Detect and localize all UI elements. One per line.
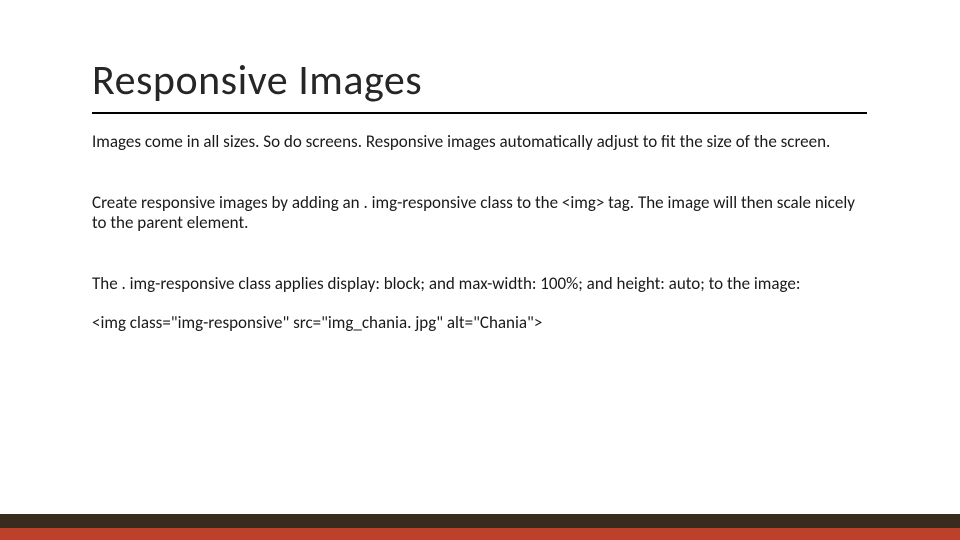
title-divider bbox=[92, 112, 867, 114]
slide-content: Responsive Images Images come in all siz… bbox=[0, 0, 960, 334]
footer-stripe-red bbox=[0, 528, 960, 540]
paragraph-3: The . img-responsive class applies displ… bbox=[92, 274, 868, 295]
footer-decoration bbox=[0, 514, 960, 540]
slide-title: Responsive Images bbox=[92, 55, 868, 106]
paragraph-2: Create responsive images by adding an . … bbox=[92, 193, 868, 234]
paragraph-4: <img class="img-responsive" src="img_cha… bbox=[92, 313, 868, 334]
paragraph-1: Images come in all sizes. So do screens.… bbox=[92, 132, 868, 153]
footer-stripe-dark bbox=[0, 514, 960, 528]
